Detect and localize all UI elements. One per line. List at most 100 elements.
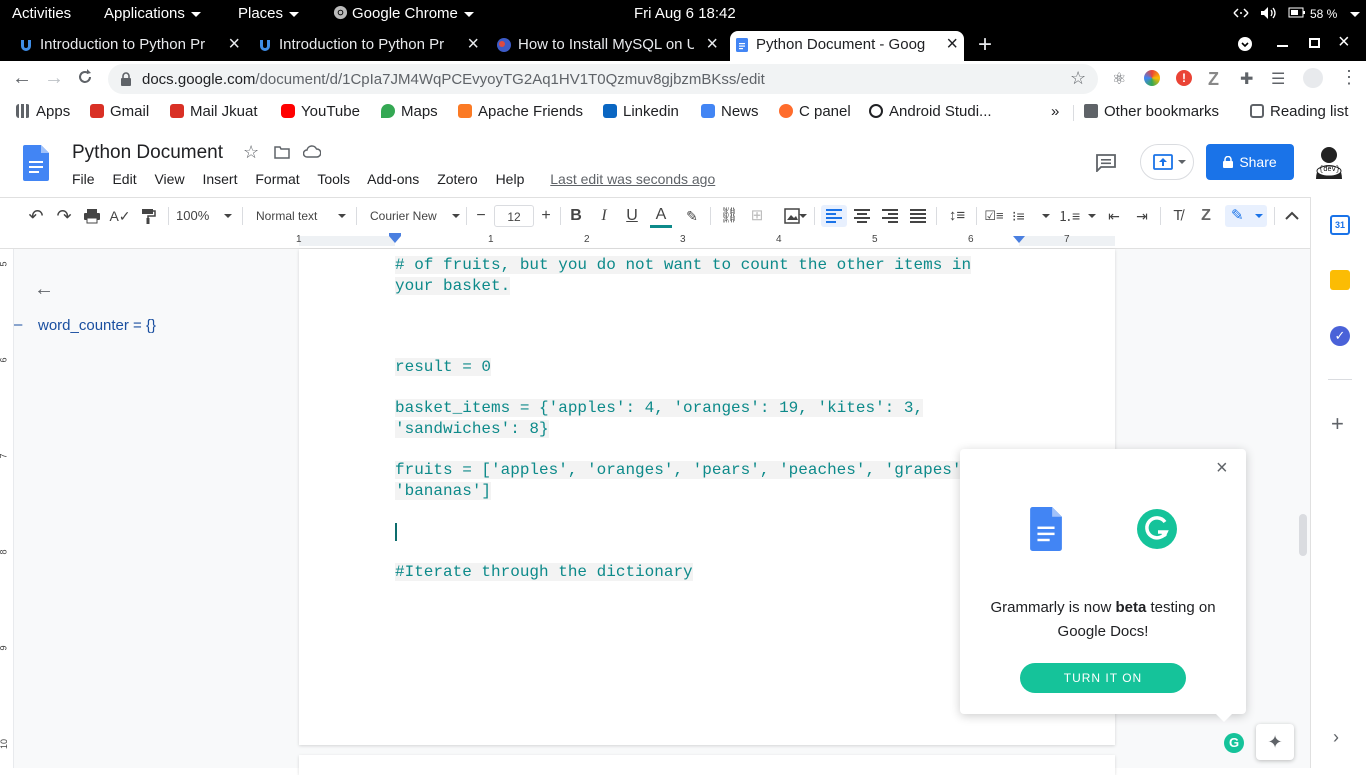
chrome-menu-icon[interactable]: ⋮ [1340,67,1358,88]
activities-button[interactable]: Activities [12,5,71,22]
close-icon[interactable]: × [1216,457,1228,480]
clock[interactable]: Fri Aug 6 18:42 [634,5,736,22]
bookmark-gmail[interactable]: Gmail [90,103,149,120]
undo-icon[interactable]: ↶ [25,205,47,227]
spellcheck-icon[interactable]: A✓ [109,205,131,227]
print-icon[interactable] [81,205,103,227]
media-controls-icon[interactable]: ☰ [1271,69,1285,89]
address-bar[interactable]: docs.google.com/document/d/1CpIa7JM4WqPC… [108,64,1098,94]
menu-file[interactable]: File [72,171,95,187]
places-menu[interactable]: Places [238,5,300,22]
volume-icon[interactable] [1260,6,1278,24]
close-icon[interactable]: × [706,33,718,56]
extension-z-icon[interactable]: Z [1208,69,1219,90]
menu-format[interactable]: Format [255,171,299,187]
grammarly-floating-icon[interactable]: G [1224,733,1244,753]
close-icon[interactable]: × [946,33,958,56]
code-line[interactable]: 'sandwiches': 8} [395,419,549,440]
redo-icon[interactable]: ↷ [53,205,75,227]
menu-help[interactable]: Help [496,171,525,187]
code-line[interactable]: # of fruits, but you do not want to coun… [395,255,972,276]
decrease-indent-icon[interactable]: ⇤ [1104,205,1124,227]
decrease-font-size-icon[interactable]: − [472,205,490,227]
bookmark-youtube[interactable]: YouTube [281,103,360,120]
bookmark-linkedin[interactable]: Linkedin [603,103,679,120]
hide-menus-icon[interactable] [1282,205,1302,227]
menu-insert[interactable]: Insert [202,171,237,187]
code-line[interactable]: 'bananas'] [395,481,492,502]
code-line[interactable]: #Iterate through the dictionary [395,562,693,583]
align-center-icon[interactable] [852,205,872,227]
menu-tools[interactable]: Tools [317,171,350,187]
zotero-icon[interactable]: Z [1196,205,1216,227]
right-indent-marker[interactable] [1013,236,1025,243]
bookmark-apps[interactable]: Apps [16,103,70,120]
zoom-select[interactable]: 100% [176,205,234,227]
align-left-icon[interactable] [821,205,847,227]
present-meeting-button[interactable] [1140,144,1194,180]
explore-icon[interactable]: ✦ [1256,724,1294,760]
code-line[interactable]: your basket. [395,276,511,297]
tab-intro-python-2[interactable]: Introduction to Python Pr × [253,31,485,61]
comments-icon[interactable] [1096,154,1116,177]
minimize-icon[interactable] [1277,45,1288,47]
code-line[interactable]: basket_items = {'apples': 4, 'oranges': … [395,398,924,419]
vertical-ruler[interactable]: 5 6 7 8 9 10 [0,249,14,768]
more-bookmarks-icon[interactable]: » [1051,103,1059,120]
document-page-next[interactable] [299,755,1115,775]
bookmark-cpanel[interactable]: C panel [779,103,851,120]
network-icon[interactable] [1232,6,1250,24]
highlight-color-icon[interactable]: ✎ [682,205,702,227]
code-line[interactable]: fruits = ['apples', 'oranges', 'pears', … [395,460,972,481]
bookmark-news[interactable]: News [701,103,759,120]
align-right-icon[interactable] [880,205,900,227]
clear-formatting-icon[interactable]: T̸ [1168,205,1188,227]
first-line-indent-marker[interactable] [389,233,401,236]
google-keep-icon[interactable] [1330,270,1350,290]
bookmark-star-icon[interactable]: ☆ [1070,68,1086,89]
cloud-status-icon[interactable] [302,145,322,163]
lock-icon[interactable] [120,72,132,91]
close-outline-arrow-icon[interactable]: ← [34,278,54,301]
extension-react-icon[interactable]: ⚛ [1112,69,1126,89]
chevron-right-icon[interactable]: › [1333,727,1339,748]
reload-icon[interactable] [76,68,94,91]
insert-link-icon[interactable]: ⛓ [718,205,740,227]
window-close-icon[interactable]: × [1338,31,1350,54]
bookmark-other[interactable]: Other bookmarks [1084,103,1219,120]
bookmark-mail-jkuat[interactable]: Mail Jkuat [170,103,258,120]
numbered-list-button[interactable]: ⒈≡ [1058,205,1096,227]
applications-menu[interactable]: Applications [104,5,201,22]
account-avatar[interactable]: {dev} [1314,145,1344,179]
horizontal-ruler[interactable]: 1 1 2 3 4 5 6 7 [0,233,1310,249]
increase-indent-icon[interactable]: ⇥ [1132,205,1152,227]
profile-avatar[interactable] [1303,68,1323,88]
font-size-input[interactable]: 12 [494,205,534,227]
bookmark-maps[interactable]: Maps [381,103,438,120]
new-tab-icon[interactable]: + [978,31,992,59]
bold-icon[interactable]: B [566,205,586,227]
menu-add-ons[interactable]: Add-ons [367,171,419,187]
close-icon[interactable]: × [467,33,479,56]
font-family-select[interactable]: Courier New [370,205,462,227]
app-menu[interactable]: Google Chrome [333,5,474,22]
code-line[interactable]: result = 0 [395,357,492,378]
system-menu-caret[interactable] [1350,5,1360,22]
star-icon[interactable]: ☆ [243,142,259,163]
forward-arrow-icon[interactable]: → [44,67,64,90]
google-tasks-icon[interactable]: ✓ [1330,326,1350,346]
tab-search-icon[interactable] [1237,36,1253,57]
share-button[interactable]: Share [1206,144,1294,180]
editing-mode-button[interactable]: ✎ [1225,205,1267,227]
add-comment-icon[interactable]: ⊞ [746,205,768,227]
google-calendar-icon[interactable]: 31 [1330,215,1350,235]
maximize-icon[interactable] [1309,38,1320,48]
checklist-icon[interactable]: ☑≡ [984,205,1004,227]
back-arrow-icon[interactable]: ← [12,67,32,90]
menu-edit[interactable]: Edit [112,171,136,187]
bookmark-apache-friends[interactable]: Apache Friends [458,103,583,120]
extensions-puzzle-icon[interactable]: ✚ [1240,69,1253,89]
last-edit-link[interactable]: Last edit was seconds ago [550,171,715,187]
paragraph-style-select[interactable]: Normal text [256,205,348,227]
bulleted-list-button[interactable]: ⁝≡ [1012,205,1050,227]
